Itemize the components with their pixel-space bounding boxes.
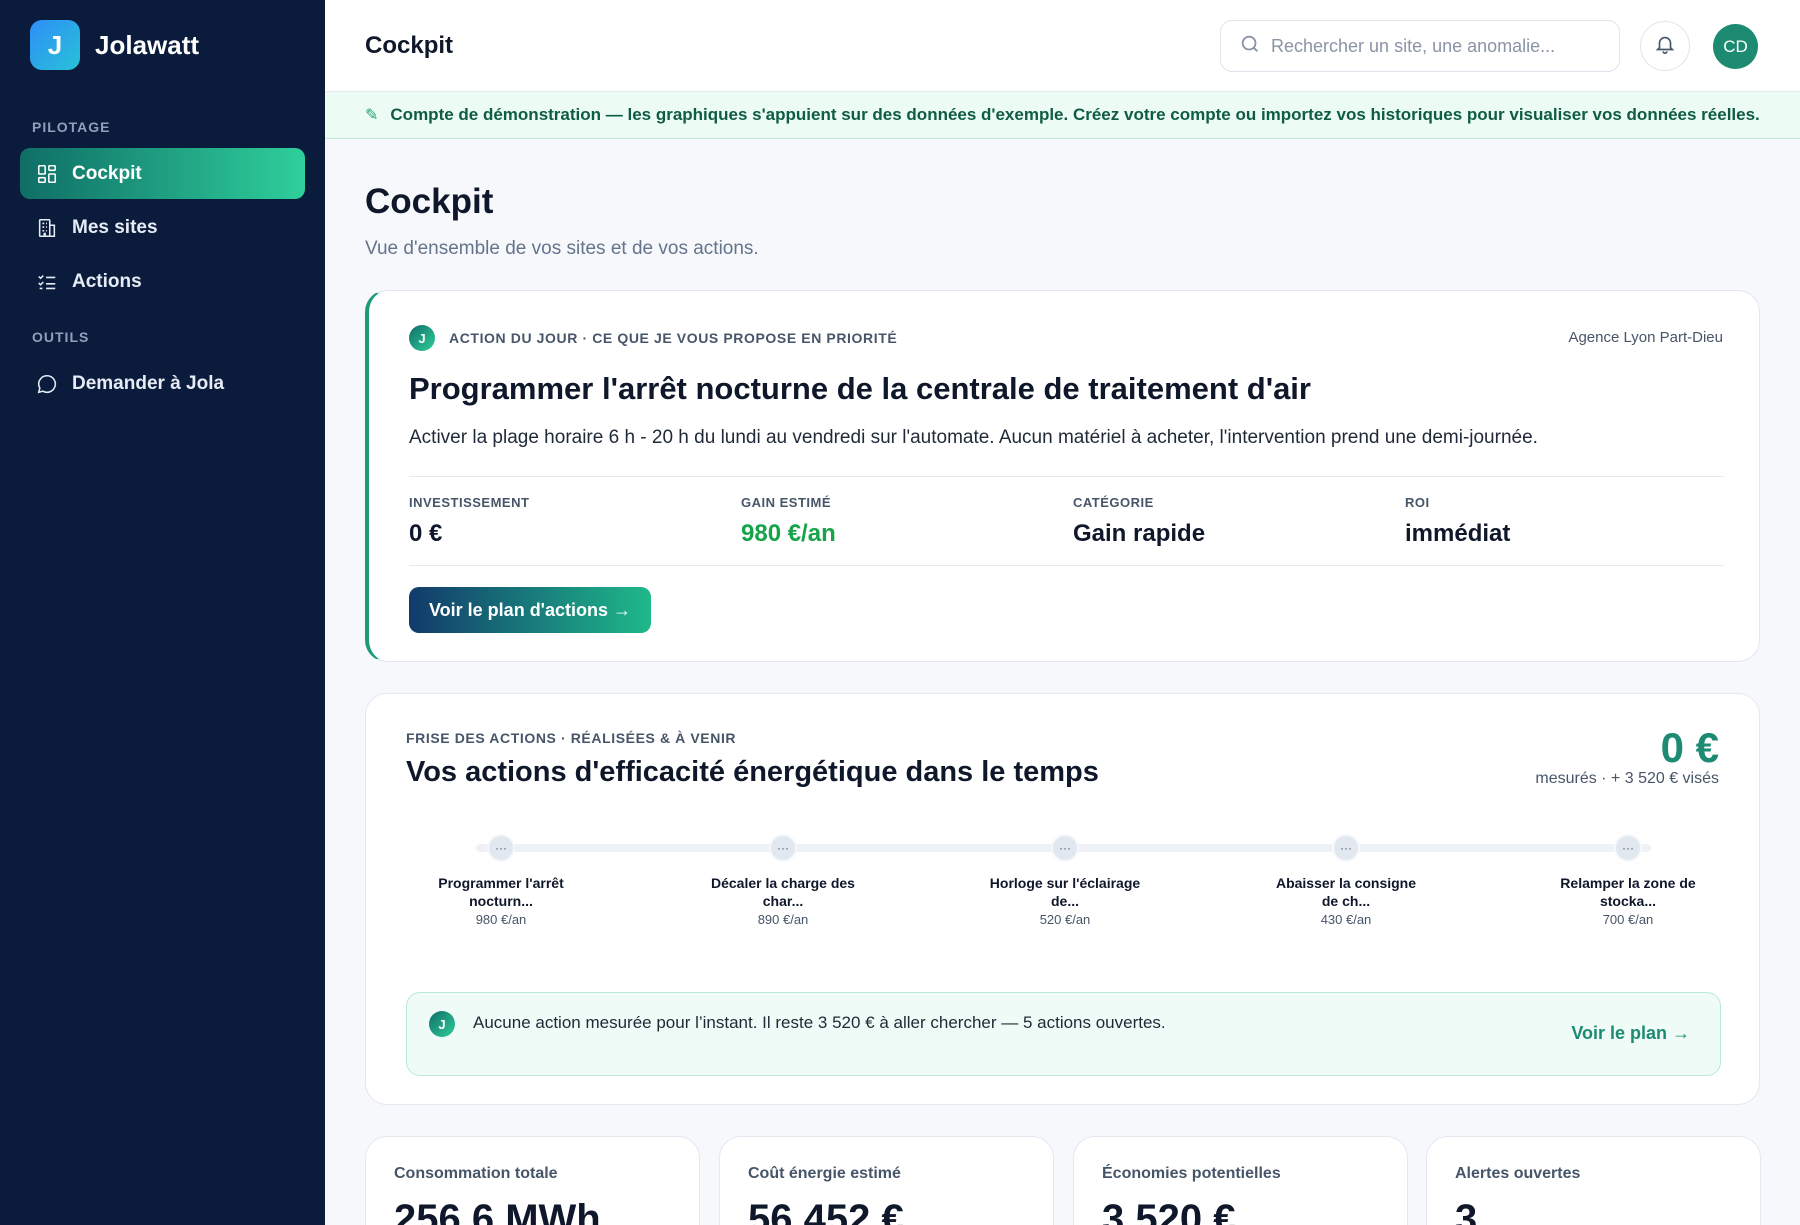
page-subtitle: Vue d'ensemble de vos sites et de vos ac…	[365, 238, 759, 259]
brand-name: Jolawatt	[95, 29, 200, 60]
kpi-value: 56 452 €	[748, 1197, 904, 1225]
metric-gain: GAIN ESTIMÉ 980 €/an	[741, 495, 836, 548]
metric-label: ROI	[1405, 495, 1430, 510]
timeline-dot[interactable]: ···	[769, 834, 797, 862]
timeline-dot[interactable]: ···	[1614, 834, 1642, 862]
sidebar-item-cockpit[interactable]: Cockpit	[20, 148, 305, 199]
sidebar-item-ask-jola[interactable]: Demander à Jola	[20, 358, 305, 409]
timeline-item[interactable]: Abaisser la consigne de ch... 430 €/an	[1266, 874, 1426, 927]
action-description: Activer la plage horaire 6 h - 20 h du l…	[409, 427, 1538, 448]
timeline-title: Vos actions d'efficacité énergétique dan…	[406, 756, 1099, 788]
timeline-item[interactable]: Programmer l'arrêt nocturn... 980 €/an	[421, 874, 581, 927]
action-of-day-card: J ACTION DU JOUR · CE QUE JE VOUS PROPOS…	[365, 290, 1760, 662]
timeline-item[interactable]: Décaler la charge des char... 890 €/an	[703, 874, 863, 927]
sidebar-item-sites[interactable]: Mes sites	[20, 202, 305, 253]
metric-category: CATÉGORIE Gain rapide	[1073, 495, 1205, 548]
timeline-item-title: Horloge sur l'éclairage de...	[989, 875, 1141, 909]
timeline-item-value: 700 €/an	[1602, 912, 1654, 927]
kpi-card-energy-cost[interactable]: Coût énergie estimé 56 452 €	[719, 1136, 1054, 1225]
chat-icon	[36, 373, 58, 395]
action-title: Programmer l'arrêt nocturne de la centra…	[409, 371, 1311, 406]
metric-value: 0 €	[409, 520, 443, 547]
timeline-item-title: Abaisser la consigne de ch...	[1275, 875, 1417, 909]
kpi-label: Alertes ouvertes	[1455, 1165, 1581, 1182]
jola-badge: J	[429, 1011, 455, 1037]
sidebar-item-label: Demander à Jola	[72, 372, 225, 394]
sidebar-item-actions[interactable]: Actions	[20, 256, 305, 307]
view-action-plan-button[interactable]: Voir le plan d'actions →	[409, 587, 651, 633]
kpi-value: 3	[1455, 1197, 1478, 1225]
timeline-item-value: 520 €/an	[1039, 912, 1091, 927]
timeline-dot[interactable]: ···	[1051, 834, 1079, 862]
avatar[interactable]: CD	[1713, 24, 1758, 69]
kpi-card-potential-savings[interactable]: Économies potentielles 3 520 €	[1073, 1136, 1408, 1225]
sidebar-item-label: Cockpit	[72, 162, 142, 184]
metric-label: INVESTISSEMENT	[409, 495, 530, 510]
kpi-label: Économies potentielles	[1102, 1165, 1281, 1182]
brand[interactable]: J Jolawatt	[30, 20, 199, 70]
metric-investment: INVESTISSEMENT 0 €	[409, 495, 529, 548]
topbar-title: Cockpit	[365, 32, 454, 59]
metric-label: CATÉGORIE	[1073, 495, 1154, 510]
timeline-item-value: 430 €/an	[1320, 912, 1372, 927]
action-header: J ACTION DU JOUR · CE QUE JE VOUS PROPOS…	[409, 325, 897, 351]
metric-value: Gain rapide	[1073, 520, 1206, 547]
timeline-item[interactable]: Horloge sur l'éclairage de... 520 €/an	[985, 874, 1145, 927]
timeline-item-title: Décaler la charge des char...	[711, 875, 855, 909]
timeline-summary-note: J Aucune action mesurée pour l’instant. …	[406, 992, 1721, 1076]
kpi-label: Consommation totale	[394, 1165, 558, 1182]
kpi-card-open-alerts[interactable]: Alertes ouvertes 3	[1426, 1136, 1761, 1225]
demo-banner: ✎ Compte de démonstration — les graphiqu…	[325, 92, 1800, 139]
section-label-pilotage: PILOTAGE	[32, 119, 111, 135]
metric-label: GAIN ESTIMÉ	[741, 495, 832, 510]
notifications-button[interactable]	[1640, 21, 1690, 71]
bell-icon	[1654, 33, 1676, 60]
sidebar-item-label: Mes sites	[72, 216, 158, 238]
timeline-item-value: 980 €/an	[475, 912, 527, 927]
sidebar-item-label: Actions	[72, 270, 142, 292]
building-icon	[36, 217, 58, 239]
kpi-label: Coût énergie estimé	[748, 1165, 901, 1182]
pencil-icon: ✎	[365, 107, 379, 124]
topbar: Cockpit CD	[325, 0, 1800, 92]
timeline-item[interactable]: Relamper la zone de stocka... 700 €/an	[1548, 874, 1708, 927]
view-plan-link[interactable]: Voir le plan →	[1571, 1023, 1690, 1044]
metric-roi: ROI immédiat	[1405, 495, 1510, 548]
actions-timeline-card: FRISE DES ACTIONS · RÉALISÉES & À VENIR …	[365, 693, 1760, 1105]
sidebar: J Jolawatt PILOTAGE Cockpit Mes sites Ac…	[0, 0, 325, 1225]
measured-savings-caption: mesurés · + 3 520 € visés	[1535, 770, 1719, 787]
action-site: Agence Lyon Part-Dieu	[1568, 329, 1723, 346]
timeline-item-title: Programmer l'arrêt nocturn...	[438, 875, 564, 909]
kpi-value: 3 520 €	[1102, 1197, 1236, 1225]
search-input[interactable]	[1271, 35, 1591, 57]
search-box[interactable]	[1220, 20, 1620, 72]
kpi-card-consumption[interactable]: Consommation totale 256,6 MWh	[365, 1136, 700, 1225]
demo-banner-text: Compte de démonstration — les graphiques…	[390, 105, 1760, 124]
checklist-icon	[36, 271, 58, 293]
timeline-summary-text: Aucune action mesurée pour l’instant. Il…	[473, 1013, 1166, 1032]
action-metrics: INVESTISSEMENT 0 € GAIN ESTIMÉ 980 €/an …	[409, 476, 1724, 566]
timeline-dot[interactable]: ···	[1332, 834, 1360, 862]
timeline-item-title: Relamper la zone de stocka...	[1560, 875, 1696, 909]
jola-badge: J	[409, 325, 435, 351]
dashboard-icon	[36, 163, 58, 185]
brand-logo: J	[30, 20, 80, 70]
timeline-eyebrow: FRISE DES ACTIONS · RÉALISÉES & À VENIR	[406, 730, 737, 746]
measured-savings-amount: 0 €	[1660, 724, 1719, 771]
section-label-outils: OUTILS	[32, 329, 90, 345]
kpi-value: 256,6 MWh	[394, 1197, 601, 1225]
search-icon	[1239, 33, 1261, 60]
timeline-item-value: 890 €/an	[757, 912, 809, 927]
page-title: Cockpit	[365, 182, 494, 221]
metric-value: 980 €/an	[741, 520, 836, 547]
timeline-dot[interactable]: ···	[487, 834, 515, 862]
metric-value: immédiat	[1405, 520, 1511, 547]
action-eyebrow: ACTION DU JOUR · CE QUE JE VOUS PROPOSE …	[449, 330, 898, 346]
